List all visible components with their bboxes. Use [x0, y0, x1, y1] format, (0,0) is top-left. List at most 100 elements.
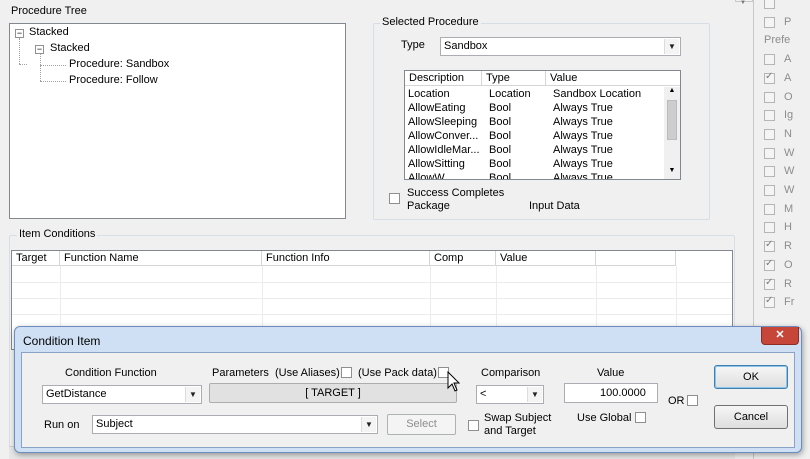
chevron-down-icon[interactable]: ▼ [361, 417, 376, 432]
column-header-function-name[interactable]: Function Name [60, 251, 262, 266]
column-header-comp[interactable]: Comp [430, 251, 496, 266]
cell-description: Location [408, 88, 450, 100]
cell-description: AllowIdleMar... [408, 144, 480, 156]
comparison-select[interactable]: < ▼ [476, 385, 544, 404]
list-item[interactable]: AllowConver... Bool Always True [405, 130, 663, 144]
tree-node-procedure-sandbox[interactable]: Procedure: Sandbox [69, 58, 169, 70]
cell-value: Always True [553, 130, 613, 142]
option-checkbox[interactable] [764, 295, 775, 309]
ok-button[interactable]: OK [714, 365, 788, 389]
procedure-data-list[interactable]: Description Type Value Location Location S… [404, 70, 681, 180]
option-label: O [784, 90, 793, 103]
target-parameter-button[interactable]: [ TARGET ] [209, 383, 457, 403]
list-item[interactable]: AllowIdleMar... Bool Always True [405, 144, 663, 158]
cell-type: Bool [489, 172, 512, 180]
type-select-value: Sandbox [444, 40, 488, 52]
tree-collapse-icon[interactable]: − [15, 29, 24, 38]
column-header-value[interactable]: Value [546, 71, 680, 86]
or-label: OR [668, 395, 685, 407]
tree-node-stacked-child[interactable]: Stacked [50, 42, 90, 54]
success-completes-label: Success Completes [407, 187, 505, 199]
use-aliases-label: (Use Aliases) [275, 367, 340, 379]
comparison-value: < [480, 388, 487, 400]
column-header-description[interactable]: Description [405, 71, 482, 86]
tree-node-stacked-root[interactable]: Stacked [29, 26, 69, 38]
procedure-tree-label: Procedure Tree [9, 5, 89, 17]
cell-type: Bool [489, 130, 512, 142]
option-checkbox[interactable] [764, 203, 775, 215]
option-label: A [784, 53, 792, 66]
option-checkbox[interactable] [764, 166, 775, 178]
cell-type: Location [489, 88, 531, 100]
option-checkbox[interactable] [764, 147, 775, 159]
value-input-text: 100.0000 [600, 387, 646, 399]
scroll-up-icon[interactable]: ▲ [664, 87, 680, 99]
option-checkbox[interactable] [764, 0, 775, 9]
option-checkbox[interactable] [764, 91, 775, 103]
scroll-thumb[interactable] [667, 100, 677, 140]
option-checkbox[interactable] [764, 185, 775, 196]
list-item[interactable]: AllowEating Bool Always True [405, 102, 663, 116]
chevron-down-icon[interactable]: ▼ [185, 387, 200, 402]
option-label: W [784, 146, 795, 159]
input-data-label: Input Data [529, 200, 580, 212]
option-checkbox[interactable] [764, 277, 775, 290]
option-label: O [784, 258, 793, 271]
procedure-tree[interactable]: − Stacked − Stacked Procedure: Sandbox P… [9, 23, 346, 219]
scrollbar[interactable]: ▲ ▼ [664, 87, 680, 179]
column-header-type[interactable]: Type [482, 71, 546, 86]
option-checkbox[interactable] [764, 258, 775, 271]
option-label: H [784, 221, 792, 234]
list-item[interactable]: AllowW... Bool Always True [405, 172, 663, 180]
option-checkbox[interactable] [764, 128, 775, 140]
use-aliases-checkbox[interactable] [341, 367, 352, 378]
option-checkbox[interactable] [764, 239, 775, 253]
select-button[interactable]: Select [387, 414, 456, 435]
type-select[interactable]: Sandbox ▼ [440, 37, 681, 56]
close-icon[interactable]: ✕ [761, 327, 799, 345]
or-checkbox[interactable] [687, 395, 698, 406]
column-header-target[interactable]: Target [12, 251, 60, 266]
item-conditions-label: Item Conditions [17, 228, 98, 240]
arrow-icon: ▼ [740, 0, 746, 6]
use-global-checkbox[interactable] [635, 412, 646, 423]
parameters-label: Parameters [212, 367, 269, 379]
success-completes-checkbox[interactable] [389, 193, 400, 204]
cell-description: AllowConver... [408, 130, 479, 142]
option-checkbox[interactable] [764, 71, 775, 84]
option-label: Fr [784, 296, 795, 309]
swap-subject-checkbox[interactable] [468, 420, 479, 431]
option-checkbox[interactable] [764, 110, 775, 122]
option-label: P [784, 15, 792, 28]
condition-item-dialog: Condition Item ✕ Condition Function Para… [14, 326, 802, 453]
option-label: Prefe [764, 34, 791, 47]
option-label: R [784, 277, 792, 290]
option-label: Ig [784, 109, 794, 122]
run-on-select[interactable]: Subject ▼ [92, 415, 378, 434]
tree-collapse-icon[interactable]: − [35, 45, 44, 54]
value-input[interactable]: 100.0000 [564, 383, 658, 403]
dialog-body: Condition Function Parameters (Use Alias… [21, 352, 795, 448]
chevron-down-icon[interactable]: ▼ [664, 39, 679, 54]
option-checkbox[interactable] [764, 222, 775, 234]
cancel-button[interactable]: Cancel [714, 405, 788, 429]
column-header-function-info[interactable]: Function Info [262, 251, 430, 266]
option-checkbox[interactable] [764, 16, 775, 28]
list-item[interactable]: Location Location Sandbox Location [405, 88, 663, 102]
list-item[interactable]: AllowSitting Bool Always True [405, 158, 663, 172]
cell-value: Always True [553, 172, 613, 180]
scroll-down-icon[interactable]: ▼ [664, 167, 680, 179]
cell-value: Always True [553, 158, 613, 170]
column-header-value[interactable]: Value [496, 251, 596, 266]
tree-node-procedure-follow[interactable]: Procedure: Follow [69, 74, 158, 86]
list-item[interactable]: AllowSleeping Bool Always True [405, 116, 663, 130]
chevron-down-icon[interactable]: ▼ [527, 387, 542, 402]
comparison-label: Comparison [481, 367, 541, 379]
cell-type: Bool [489, 116, 512, 128]
swap-subject-label: Swap Subject [484, 412, 552, 424]
option-label: R [784, 240, 792, 253]
option-checkbox[interactable] [764, 54, 775, 66]
option-label: W [784, 184, 795, 196]
cell-description: AllowSitting [408, 158, 465, 170]
condition-function-select[interactable]: GetDistance ▼ [42, 385, 202, 404]
